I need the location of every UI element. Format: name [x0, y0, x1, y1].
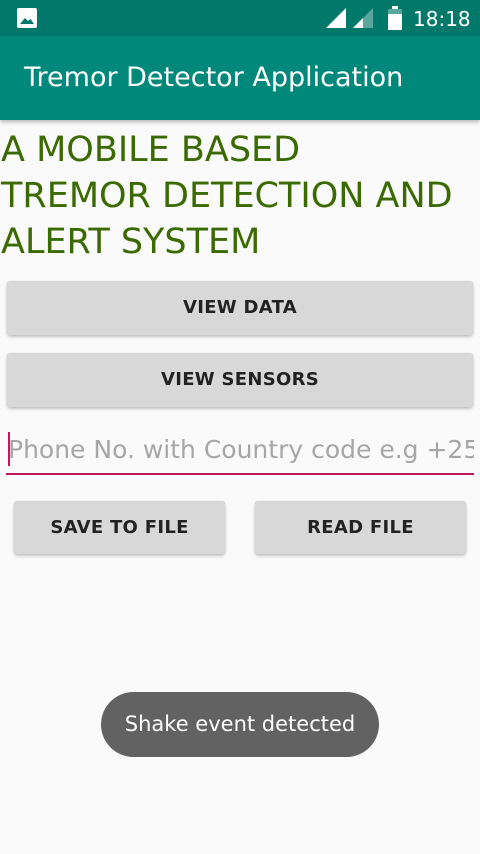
battery-icon [388, 6, 402, 35]
view-sensors-button[interactable]: VIEW SENSORS [7, 353, 473, 407]
signal-partial-icon [352, 7, 376, 34]
image-notification-icon [16, 7, 38, 34]
save-to-file-button[interactable]: SAVE TO FILE [14, 501, 225, 554]
status-bar: 18:18 [0, 0, 480, 36]
signal-full-icon [325, 7, 347, 34]
app-title: Tremor Detector Application [24, 62, 404, 93]
phone-number-input[interactable] [6, 425, 474, 473]
view-data-button[interactable]: VIEW DATA [7, 281, 473, 335]
read-file-button[interactable]: READ FILE [255, 501, 466, 554]
toast-message: Shake event detected [101, 692, 379, 757]
status-time: 18:18 [413, 7, 471, 31]
phone-field[interactable] [6, 425, 474, 475]
page-headline: A MOBILE BASED TREMOR DETECTION AND ALER… [1, 130, 453, 262]
app-bar: Tremor Detector Application [0, 36, 480, 120]
